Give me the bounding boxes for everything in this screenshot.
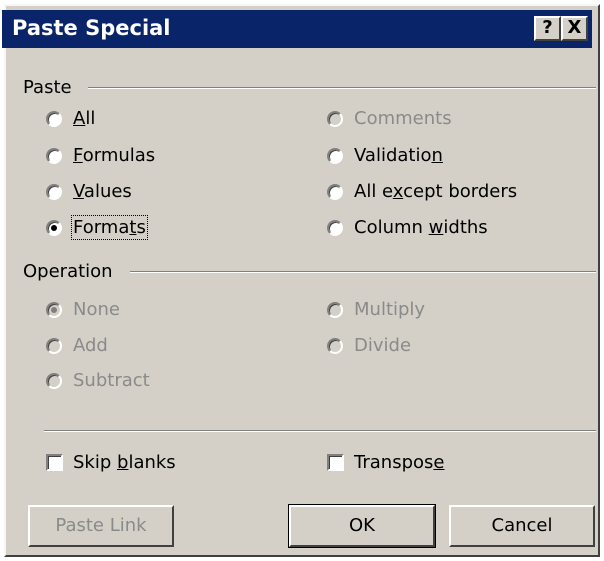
checkbox-icon[interactable]	[46, 454, 63, 471]
radio-paste-all-except-borders[interactable]: All except borders	[327, 181, 517, 202]
ok-button[interactable]: OK	[288, 504, 436, 548]
radio-operation-divide[interactable]: Divide	[327, 335, 411, 356]
option-label: Formulas	[73, 145, 156, 166]
radio-paste-formulas[interactable]: Formulas	[46, 145, 155, 166]
radio-button-icon[interactable]	[327, 110, 343, 127]
option-label: Multiply	[354, 299, 426, 320]
checkbox-transpose[interactable]: Transpose	[327, 452, 444, 473]
radio-operation-subtract[interactable]: Subtract	[46, 370, 150, 391]
radio-operation-add[interactable]: Add	[46, 335, 108, 356]
option-label: Values	[73, 181, 132, 202]
radio-paste-formats[interactable]: Formats	[46, 215, 148, 240]
option-label: All except borders	[354, 181, 518, 202]
option-label: Divide	[354, 335, 412, 356]
radio-button-icon[interactable]	[46, 147, 62, 164]
radio-button-icon[interactable]	[327, 337, 343, 354]
checkbox-icon[interactable]	[327, 454, 344, 471]
options-divider	[44, 430, 596, 432]
radio-button-icon[interactable]	[327, 301, 343, 318]
radio-operation-none[interactable]: None	[46, 299, 120, 320]
help-button[interactable]: ?	[534, 16, 561, 41]
radio-button-icon[interactable]	[327, 183, 343, 200]
option-label: Subtract	[73, 370, 150, 391]
option-label: None	[73, 299, 120, 320]
close-button[interactable]: X	[561, 16, 588, 41]
option-label: Comments	[354, 108, 452, 129]
radio-button-icon[interactable]	[46, 219, 62, 236]
cancel-button[interactable]: Cancel	[449, 505, 595, 547]
radio-button-icon[interactable]	[327, 219, 343, 236]
option-label: Transpose	[354, 452, 445, 473]
radio-button-icon[interactable]	[46, 372, 62, 389]
radio-operation-multiply[interactable]: Multiply	[327, 299, 425, 320]
radio-button-icon[interactable]	[46, 337, 62, 354]
radio-paste-comments[interactable]: Comments	[327, 108, 452, 129]
option-label: Skip blanks	[73, 452, 176, 473]
paste-group-divider	[88, 87, 596, 89]
window-title: Paste Special	[12, 16, 171, 40]
option-label: Column widths	[354, 217, 488, 238]
operation-group-label: Operation	[23, 261, 113, 282]
option-label: Formats	[71, 215, 148, 240]
radio-button-icon[interactable]	[46, 110, 62, 127]
title-bar: Paste Special ? X	[2, 10, 592, 48]
paste-group-label: Paste	[23, 77, 72, 98]
checkbox-skip-blanks[interactable]: Skip blanks	[46, 452, 176, 473]
radio-paste-values[interactable]: Values	[46, 181, 132, 202]
paste-link-button[interactable]: Paste Link	[28, 505, 174, 547]
radio-button-icon[interactable]	[46, 301, 62, 318]
radio-paste-column-widths[interactable]: Column widths	[327, 217, 488, 238]
radio-paste-validation[interactable]: Validation	[327, 145, 443, 166]
option-label: Add	[73, 335, 108, 356]
radio-button-icon[interactable]	[46, 183, 62, 200]
radio-button-icon[interactable]	[327, 147, 343, 164]
option-label: Validation	[354, 145, 443, 166]
operation-group-divider	[130, 271, 596, 273]
radio-paste-all[interactable]: All	[46, 108, 95, 129]
option-label: All	[73, 108, 96, 129]
